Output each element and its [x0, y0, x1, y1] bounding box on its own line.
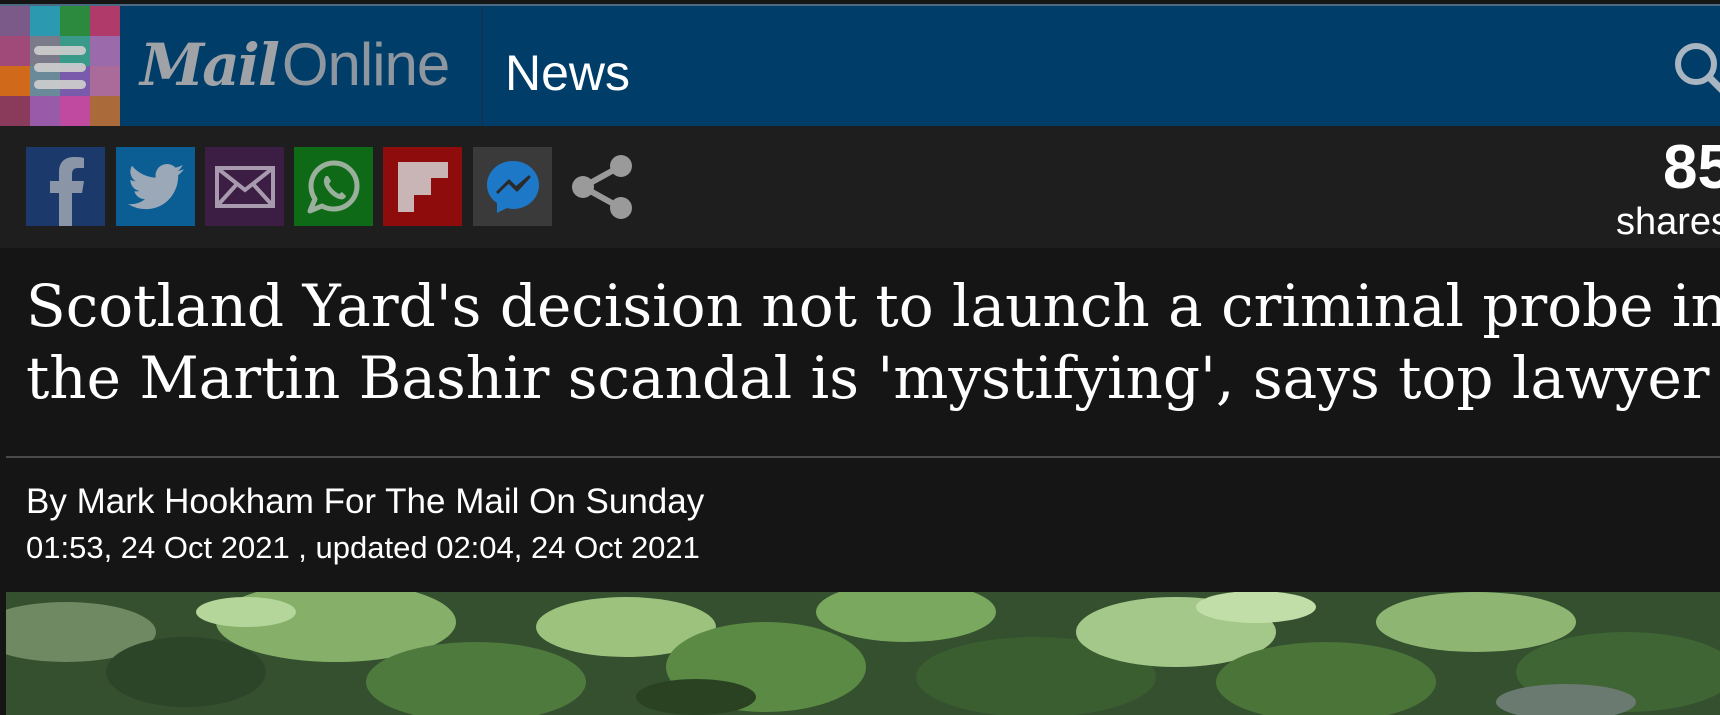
article-byline[interactable]: By Mark Hookham For The Mail On Sunday — [26, 482, 704, 522]
share-count-number: 85 — [1663, 133, 1720, 202]
whatsapp-share-button[interactable] — [294, 147, 373, 226]
mailonline-logo[interactable]: Mail Online — [140, 30, 450, 102]
messenger-icon — [486, 160, 539, 213]
facebook-icon — [50, 157, 84, 226]
more-share-button[interactable] — [562, 147, 641, 226]
article-dateline: 01:53, 24 Oct 2021 , updated 02:04, 24 O… — [26, 530, 700, 565]
flipboard-share-button[interactable] — [383, 147, 462, 226]
facebook-share-button[interactable] — [26, 147, 105, 226]
twitter-share-button[interactable] — [116, 147, 195, 226]
headline-divider — [6, 456, 1720, 458]
menu-button[interactable] — [0, 6, 120, 126]
article-headline: Scotland Yard's decision not to launch a… — [26, 270, 1720, 414]
whatsapp-icon — [307, 159, 359, 213]
search-icon[interactable] — [1668, 38, 1720, 98]
share-bar: 85 shares — [0, 126, 1720, 248]
share-icon — [571, 154, 632, 219]
messenger-share-button[interactable] — [473, 147, 552, 226]
logo-mail-text: Mail — [140, 31, 280, 99]
twitter-icon — [127, 163, 184, 209]
top-navigation-bar: Mail Online News — [0, 4, 1720, 126]
headline-line-1: Scotland Yard's decision not to launch a… — [26, 272, 1720, 340]
article-hero-image[interactable] — [6, 592, 1720, 715]
flipboard-icon — [397, 161, 448, 212]
logo-online-text: Online — [281, 31, 450, 98]
email-share-button[interactable] — [205, 147, 284, 226]
section-title[interactable]: News — [505, 44, 630, 102]
share-count-label: shares — [1616, 201, 1720, 243]
mail-envelope-icon — [214, 165, 275, 208]
header-divider — [481, 6, 483, 126]
hamburger-menu-icon — [34, 46, 86, 90]
foliage-photo — [6, 592, 1720, 715]
headline-line-2: the Martin Bashir scandal is 'mystifying… — [26, 344, 1710, 412]
